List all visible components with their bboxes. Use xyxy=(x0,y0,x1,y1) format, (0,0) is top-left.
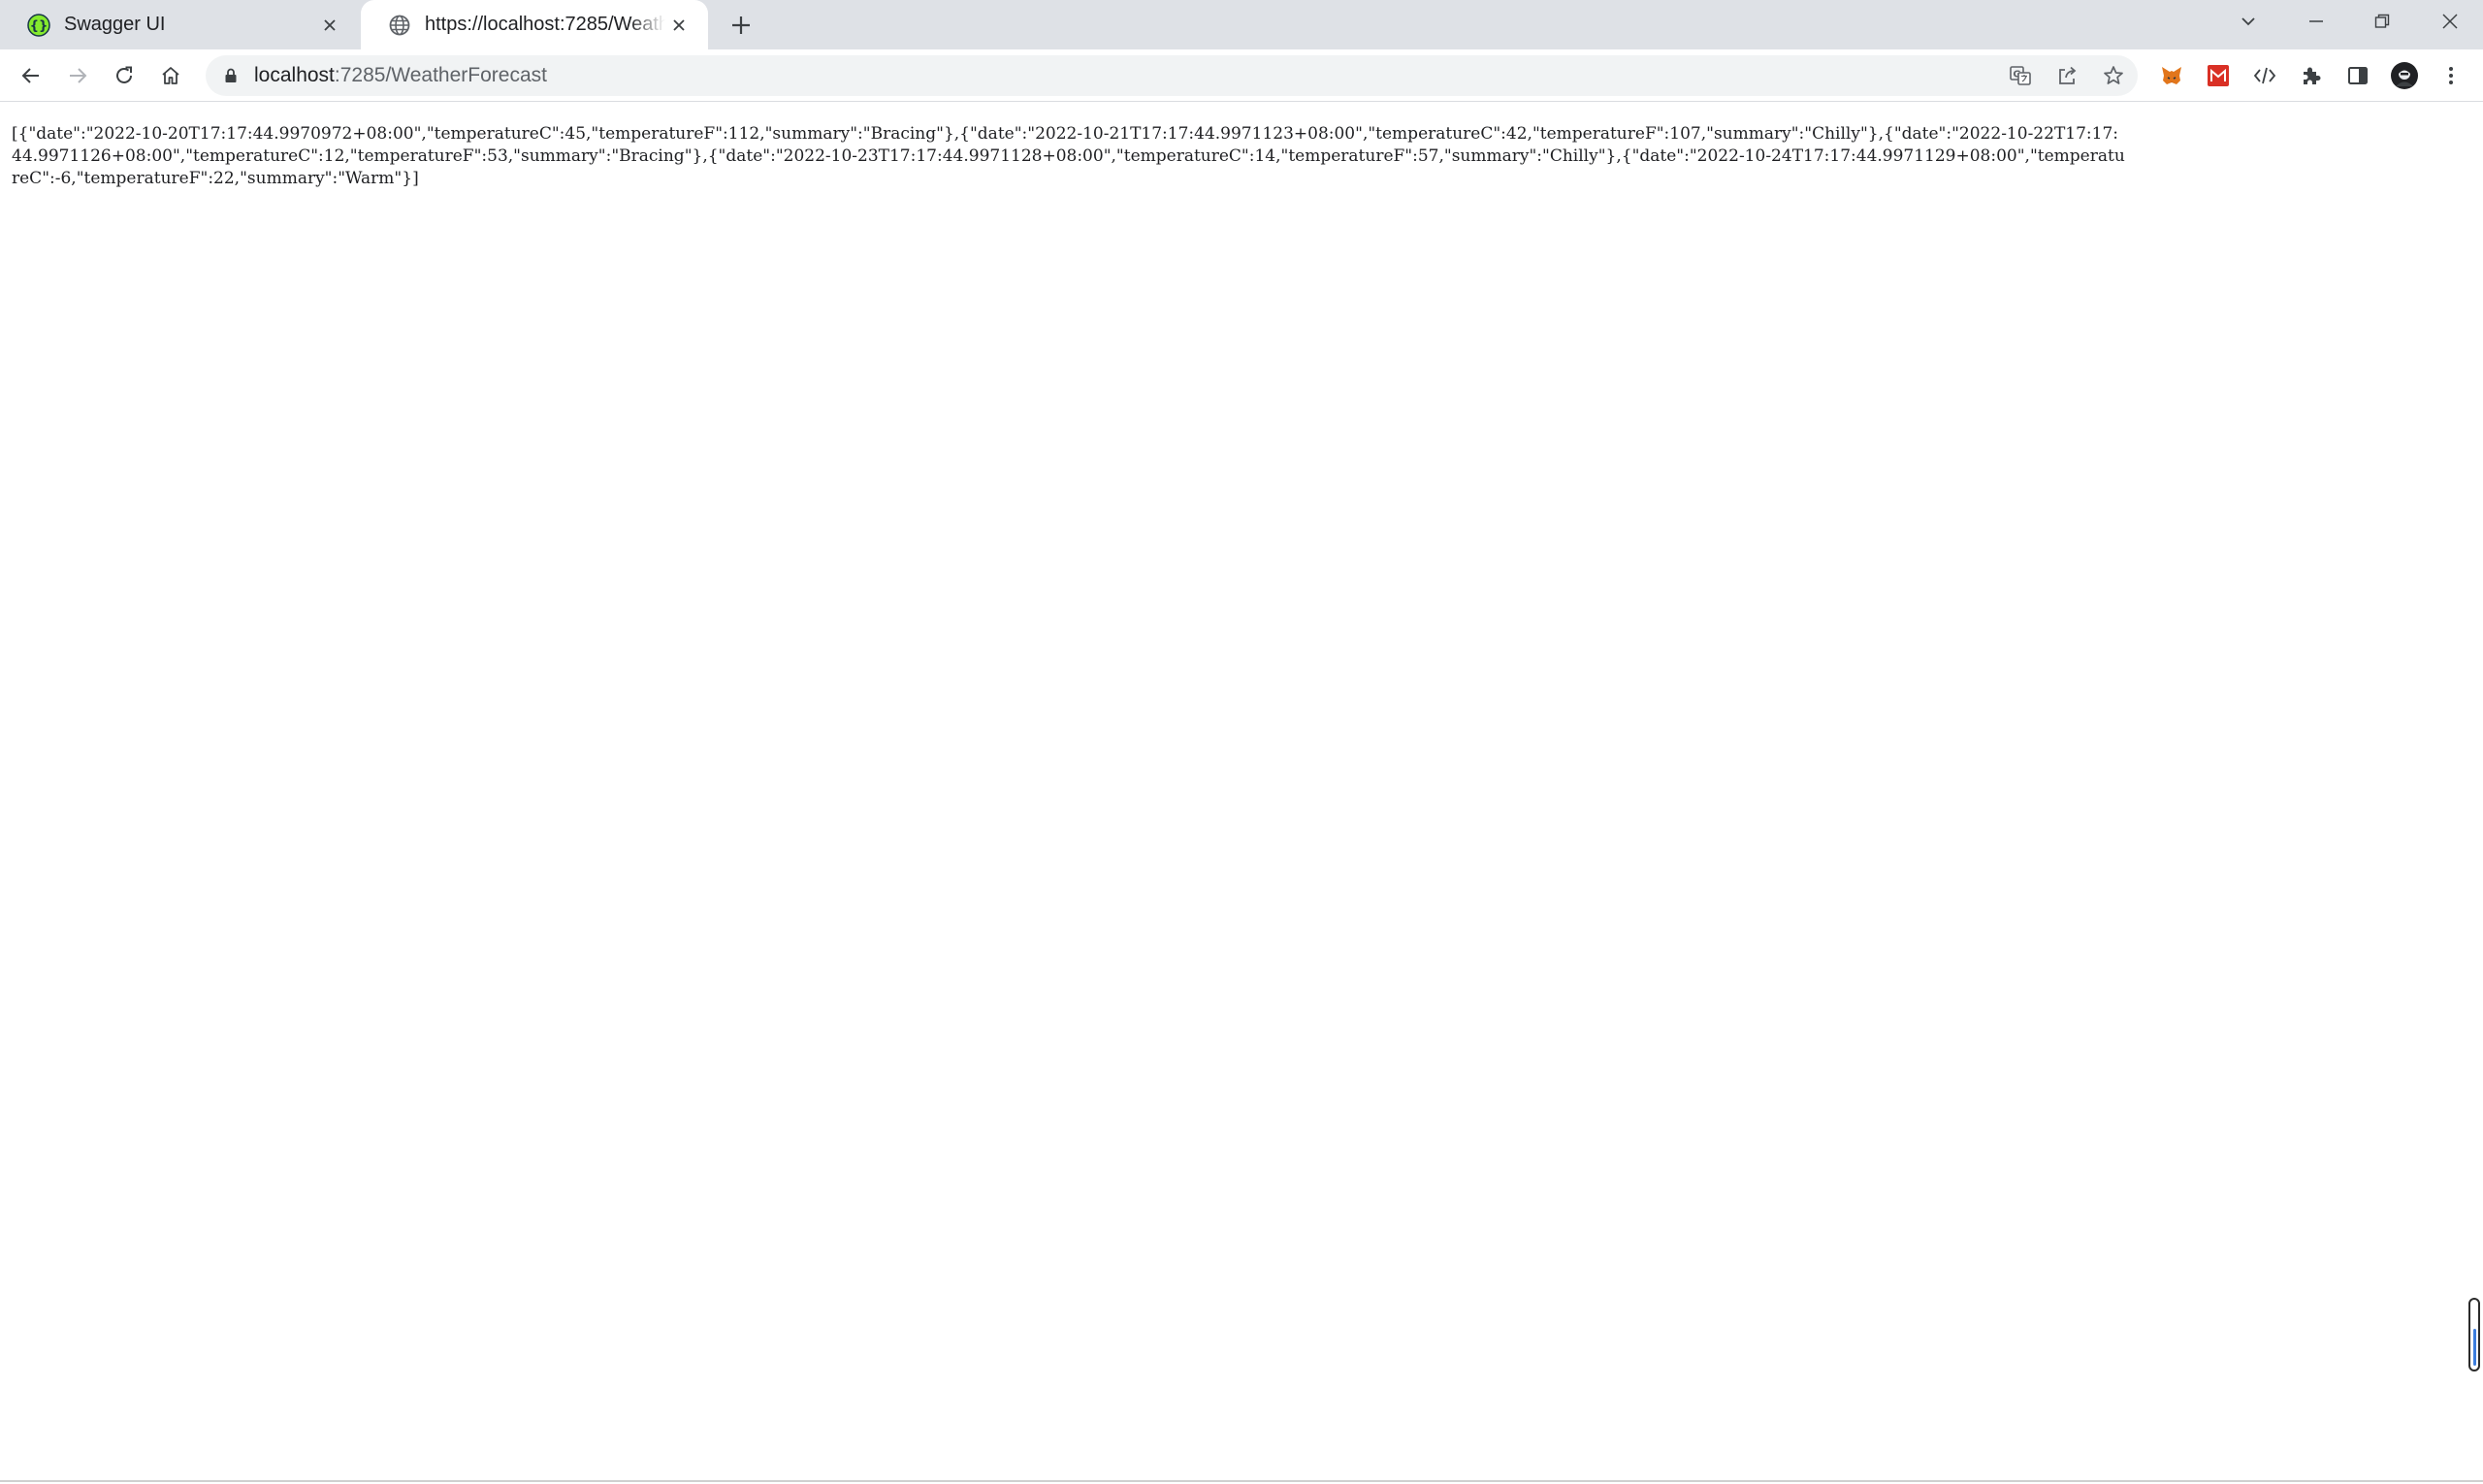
tab-close-icon[interactable] xyxy=(665,12,693,39)
url-host: localhost xyxy=(254,64,335,86)
tab-weather-forecast[interactable]: https://localhost:7285/WeatherForecast xyxy=(361,0,708,49)
minimize-icon[interactable] xyxy=(2287,0,2345,43)
json-response: [{"date":"2022-10-20T17:17:44.9970972+08… xyxy=(12,124,2125,188)
tab-strip: {} Swagger UI https://localhost:7285/Wea… xyxy=(0,0,2483,49)
tab-search-icon[interactable] xyxy=(2219,0,2277,43)
avatar[interactable] xyxy=(2390,61,2419,90)
reload-icon[interactable] xyxy=(109,60,140,91)
swagger-icon: {} xyxy=(27,13,50,37)
gmail-icon[interactable] xyxy=(2204,61,2233,90)
share-icon[interactable] xyxy=(2052,61,2081,90)
tab-close-icon[interactable] xyxy=(316,12,343,39)
extensions-icon[interactable] xyxy=(2297,61,2326,90)
star-icon[interactable] xyxy=(2099,61,2128,90)
home-icon[interactable] xyxy=(155,60,186,91)
metamask-icon[interactable] xyxy=(2157,61,2186,90)
new-tab-icon[interactable] xyxy=(726,10,757,41)
url-text: localhost:7285/WeatherForecast xyxy=(254,65,547,86)
page-content: [{"date":"2022-10-20T17:17:44.9970972+08… xyxy=(0,102,2483,1479)
back-icon[interactable] xyxy=(16,60,47,91)
tab-title: Swagger UI xyxy=(64,14,166,35)
more-icon[interactable] xyxy=(2436,61,2466,90)
tab-swagger-ui[interactable]: {} Swagger UI xyxy=(0,0,359,49)
forward-icon[interactable] xyxy=(62,60,93,91)
browser-toolbar: localhost:7285/WeatherForecast G xyxy=(0,49,2483,102)
translate-icon[interactable]: G xyxy=(2006,61,2035,90)
globe-icon xyxy=(388,14,411,37)
side-panel-icon[interactable] xyxy=(2343,61,2372,90)
tab-title: https://localhost:7285/WeatherForecast xyxy=(425,14,665,35)
devtools-icon[interactable] xyxy=(2250,61,2279,90)
restore-icon[interactable] xyxy=(2353,0,2411,43)
url-path: :7285/WeatherForecast xyxy=(334,64,547,86)
scrollbar[interactable] xyxy=(2468,1298,2480,1371)
close-window-icon[interactable] xyxy=(2421,0,2479,43)
svg-text:{}: {} xyxy=(30,18,48,33)
window-bottom-border xyxy=(0,1480,2483,1482)
lock-icon[interactable] xyxy=(221,66,241,85)
address-bar[interactable]: localhost:7285/WeatherForecast G xyxy=(206,55,2138,96)
